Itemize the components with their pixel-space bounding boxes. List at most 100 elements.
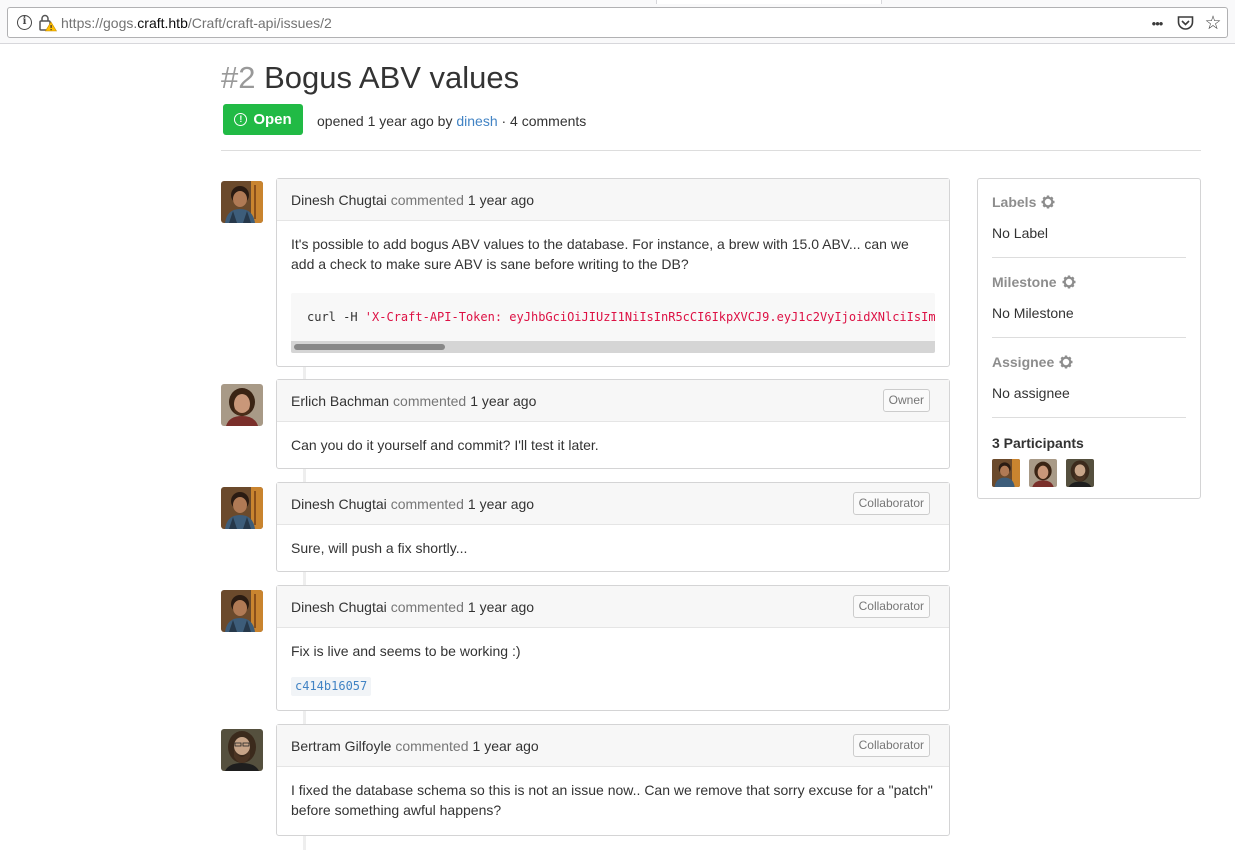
comment-header: Dinesh Chugtai commented 1 year ago Coll… bbox=[277, 586, 949, 628]
insecure-lock-icon[interactable] bbox=[39, 14, 58, 32]
milestone-title[interactable]: Milestone bbox=[992, 274, 1186, 290]
comment-verb: commented bbox=[390, 598, 464, 615]
labels-value: No Label bbox=[992, 225, 1049, 241]
issue-state-label: Open bbox=[253, 111, 292, 128]
participants-list bbox=[992, 459, 1186, 487]
exclamation-circle-icon: ! bbox=[234, 113, 248, 126]
avatar-erlich[interactable] bbox=[221, 384, 263, 426]
header-divider bbox=[221, 150, 1201, 151]
issue-opened-text: opened 1 year ago by bbox=[317, 113, 453, 129]
avatar-dinesh[interactable] bbox=[221, 487, 263, 529]
issue-comment-count: · 4 comments bbox=[501, 113, 587, 129]
comment-author[interactable]: Dinesh Chugtai bbox=[291, 599, 387, 615]
browser-toolbar: i https://gogs.craft.htb/Craft/craft-api… bbox=[0, 0, 1235, 44]
comment-card: Dinesh Chugtai commented 1 year ago Coll… bbox=[276, 585, 950, 711]
sidebar-divider bbox=[992, 417, 1186, 418]
comment-text: It's possible to add bogus ABV values to… bbox=[291, 236, 909, 272]
avatar-dinesh[interactable] bbox=[221, 590, 263, 632]
comment-author[interactable]: Dinesh Chugtai bbox=[291, 192, 387, 208]
code-block: curl -H 'X-Craft-API-Token: eyJhbGciOiJI… bbox=[291, 293, 935, 353]
labels-title-text: Labels bbox=[992, 194, 1037, 210]
comment-body: Fix is live and seems to be working :) c… bbox=[277, 628, 949, 709]
comment-verb: commented bbox=[393, 392, 467, 409]
participant-avatar-gilfoyle[interactable] bbox=[1066, 459, 1094, 487]
sidebar-divider bbox=[992, 257, 1186, 258]
assignee-title[interactable]: Assignee bbox=[992, 354, 1186, 370]
milestone-section: Milestone No Milestone bbox=[992, 274, 1186, 321]
issue-state-badge: ! Open bbox=[223, 104, 303, 135]
issue-meta: opened 1 year ago by dinesh · 4 comments bbox=[317, 113, 586, 129]
role-tag: Owner bbox=[882, 389, 930, 412]
comment-card: Dinesh Chugtai commented 1 year ago Coll… bbox=[276, 482, 950, 572]
comment-header: Dinesh Chugtai commented 1 year ago bbox=[277, 179, 949, 221]
comment-verb: commented bbox=[395, 737, 469, 754]
code-string: 'X-Craft-API-Token: eyJhbGciOiJIUzI1NiIs… bbox=[364, 310, 935, 324]
assignee-section: Assignee No assignee bbox=[992, 354, 1186, 401]
comment-text: I fixed the database schema so this is n… bbox=[291, 782, 933, 818]
issue-author-link[interactable]: dinesh bbox=[456, 113, 497, 129]
comment-card: Dinesh Chugtai commented 1 year ago It's… bbox=[276, 178, 950, 367]
sidebar-divider bbox=[992, 337, 1186, 338]
comment-author[interactable]: Erlich Bachman bbox=[291, 393, 389, 409]
role-tag: Collaborator bbox=[852, 595, 930, 618]
participant-avatar-erlich[interactable] bbox=[1029, 459, 1057, 487]
comment-body: Sure, will push a fix shortly... bbox=[277, 525, 949, 571]
url-prefix: https://gogs. bbox=[61, 15, 138, 31]
code-line: curl -H 'X-Craft-API-Token: eyJhbGciOiJI… bbox=[307, 307, 935, 327]
address-bar[interactable]: i https://gogs.craft.htb/Craft/craft-api… bbox=[7, 7, 1228, 38]
avatar-gilfoyle[interactable] bbox=[221, 729, 263, 771]
comment-text: Fix is live and seems to be working :) bbox=[291, 643, 521, 659]
avatar-dinesh[interactable] bbox=[221, 181, 263, 223]
comment-time[interactable]: 1 year ago bbox=[468, 496, 534, 512]
labels-section: Labels No Label bbox=[992, 194, 1186, 241]
comment-time[interactable]: 1 year ago bbox=[473, 738, 539, 754]
comment-text: Sure, will push a fix shortly... bbox=[291, 540, 468, 556]
bookmark-star-icon[interactable]: ☆ bbox=[1203, 12, 1223, 34]
comment-body: It's possible to add bogus ABV values to… bbox=[277, 221, 949, 366]
more-actions-icon[interactable]: ••• bbox=[1147, 12, 1167, 34]
participants-title: 3 Participants bbox=[992, 435, 1084, 451]
code-command: curl -H bbox=[307, 310, 365, 324]
role-tag: Collaborator bbox=[852, 492, 930, 515]
info-icon[interactable]: i bbox=[17, 15, 32, 30]
issue-number: #2 bbox=[221, 60, 256, 95]
assignee-title-text: Assignee bbox=[992, 354, 1055, 370]
commit-sha-link[interactable]: c414b16057 bbox=[291, 677, 372, 696]
role-tag: Collaborator bbox=[852, 734, 930, 757]
comment-header: Bertram Gilfoyle commented 1 year ago Co… bbox=[277, 725, 949, 767]
comment-verb: commented bbox=[390, 495, 464, 512]
labels-title[interactable]: Labels bbox=[992, 194, 1186, 210]
comment-author[interactable]: Dinesh Chugtai bbox=[291, 496, 387, 512]
issue-title-text: Bogus ABV values bbox=[264, 60, 520, 95]
pocket-icon[interactable] bbox=[1175, 12, 1195, 34]
gear-icon[interactable] bbox=[1062, 275, 1076, 289]
comment-card: Bertram Gilfoyle commented 1 year ago Co… bbox=[276, 724, 950, 836]
comment-text: Can you do it yourself and commit? I'll … bbox=[291, 437, 599, 453]
code-scrollbar[interactable] bbox=[291, 341, 935, 353]
url-text[interactable]: https://gogs.craft.htb/Craft/craft-api/i… bbox=[61, 15, 332, 31]
url-actions: ••• ☆ bbox=[1147, 12, 1223, 34]
active-tab-edge[interactable] bbox=[656, 0, 882, 4]
issue-sidebar: Labels No Label Milestone No Milestone A… bbox=[977, 178, 1201, 499]
comment-time[interactable]: 1 year ago bbox=[468, 599, 534, 615]
comment-header: Erlich Bachman commented 1 year ago Owne… bbox=[277, 380, 949, 422]
comment-header: Dinesh Chugtai commented 1 year ago Coll… bbox=[277, 483, 949, 525]
comment-card: Erlich Bachman commented 1 year ago Owne… bbox=[276, 379, 950, 469]
participants-section: 3 Participants bbox=[992, 435, 1186, 487]
milestone-title-text: Milestone bbox=[992, 274, 1057, 290]
comment-time[interactable]: 1 year ago bbox=[470, 393, 536, 409]
participant-avatar-dinesh[interactable] bbox=[992, 459, 1020, 487]
gear-icon[interactable] bbox=[1041, 195, 1055, 209]
comment-time[interactable]: 1 year ago bbox=[468, 192, 534, 208]
comment-verb: commented bbox=[390, 191, 464, 208]
assignee-value: No assignee bbox=[992, 385, 1070, 401]
comment-author[interactable]: Bertram Gilfoyle bbox=[291, 738, 391, 754]
milestone-value: No Milestone bbox=[992, 305, 1074, 321]
gear-icon[interactable] bbox=[1059, 355, 1073, 369]
comment-body: I fixed the database schema so this is n… bbox=[277, 767, 949, 833]
url-host: craft.htb bbox=[137, 15, 188, 31]
comment-body: Can you do it yourself and commit? I'll … bbox=[277, 422, 949, 468]
code-scrollbar-thumb[interactable] bbox=[294, 344, 445, 350]
url-path: /Craft/craft-api/issues/2 bbox=[187, 15, 332, 31]
issue-title: #2 Bogus ABV values bbox=[221, 60, 519, 96]
